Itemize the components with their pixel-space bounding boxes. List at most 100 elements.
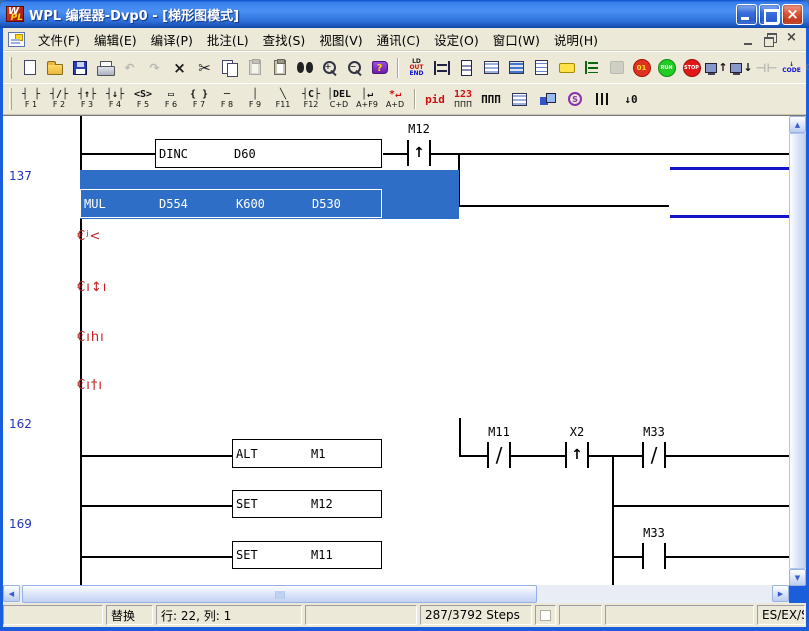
wire <box>666 455 789 457</box>
vertical-scrollbar[interactable]: ▲ ▼ <box>789 115 806 585</box>
scroll-up-icon[interactable]: ▲ <box>789 116 806 133</box>
binary-01-icon[interactable]: 01 <box>629 56 654 80</box>
stop-icon[interactable]: STOP <box>679 56 704 80</box>
cut-icon[interactable]: ✂ <box>192 56 217 80</box>
contact-m33-nc[interactable]: / <box>642 442 666 468</box>
pid-icon[interactable]: pid <box>421 85 449 113</box>
instruction-box-mul[interactable]: MUL D554 K600 D530 <box>80 189 382 218</box>
undo-icon: ↶ <box>117 56 142 80</box>
binary-view-disabled-icon: 0101 <box>804 56 809 80</box>
wire <box>612 505 789 507</box>
ladder-toolbar: ┤ ├F 1┤/├F 2┤↑├F 3┤↓├F 4<S>F 5▭F 6{ }F 7… <box>3 83 806 115</box>
contact-tool-disabled-icon: ⊣⊢ <box>754 56 779 80</box>
instruction-box-dinc[interactable]: DINC D60 <box>155 139 382 168</box>
trace-123-icon[interactable]: 123ΠΠΠ <box>449 85 477 113</box>
contact-rising-icon[interactable]: ┤↑├F 3 <box>73 85 101 113</box>
scroll-down-icon[interactable]: ▼ <box>789 569 806 586</box>
print-icon[interactable] <box>92 56 117 80</box>
contact-m11-nc[interactable]: / <box>487 442 511 468</box>
step-ladder-icon[interactable]: <S>F 5 <box>129 85 157 113</box>
insert-row-icon[interactable]: │↵A+F9 <box>353 85 381 113</box>
contact-falling-icon[interactable]: ┤↓├F 4 <box>101 85 129 113</box>
scroll-right-icon[interactable]: ▶ <box>772 585 789 602</box>
delete-line-icon[interactable]: ╲F11 <box>269 85 297 113</box>
ladder-view[interactable]: 137 162 169 DINC D60 M12 ↑ MUL D554 K600… <box>3 115 789 585</box>
zoom-in-icon[interactable]: + <box>317 56 342 80</box>
contact-open-icon[interactable]: ┤ ├F 1 <box>17 85 45 113</box>
menu-item-help[interactable]: 说明(H) <box>547 27 605 52</box>
copy-icon[interactable] <box>217 56 242 80</box>
contact-m12-rising[interactable]: ↑ <box>407 140 431 166</box>
contact-label-m11: M11 <box>477 425 521 439</box>
menu-item-comment[interactable]: 批注(L) <box>200 27 256 52</box>
paste-insert-icon[interactable] <box>267 56 292 80</box>
menu-item-view[interactable]: 视图(V) <box>312 27 369 52</box>
edit-register-icon[interactable] <box>533 85 561 113</box>
application-instruction-icon[interactable]: { }F 7 <box>185 85 213 113</box>
upload-icon[interactable]: ↑ <box>704 56 729 80</box>
used-device-icon[interactable] <box>529 56 554 80</box>
main-toolbar: ↶↷×✂+−LDOUTEND01RUNSTOP↑↓⊣⊢↓CODE0101 <box>3 51 806 83</box>
blue-wire <box>670 167 789 170</box>
menu-item-window[interactable]: 窗口(W) <box>486 27 547 52</box>
contact-closed-icon[interactable]: ┤/├F 2 <box>45 85 73 113</box>
tag-icon[interactable] <box>554 56 579 80</box>
horizontal-scrollbar-thumb[interactable] <box>22 585 537 603</box>
mdi-close-icon[interactable] <box>784 33 799 46</box>
menu-item-edit[interactable]: 编辑(E) <box>87 27 144 52</box>
run-icon[interactable]: RUN <box>654 56 679 80</box>
blue-wire <box>670 215 789 218</box>
mdi-restore-icon[interactable] <box>763 33 778 46</box>
save-icon[interactable] <box>67 56 92 80</box>
horizontal-line-icon[interactable]: ─F 8 <box>213 85 241 113</box>
contact-m33-no[interactable] <box>642 543 666 569</box>
zero-init-icon[interactable]: ↓0 <box>617 85 645 113</box>
toolbar-separator <box>397 58 399 78</box>
menu-item-search[interactable]: 查找(S) <box>256 27 313 52</box>
help-book-icon[interactable] <box>367 56 392 80</box>
instruction-mode-icon[interactable]: LDOUTEND <box>404 56 429 80</box>
document-icon[interactable] <box>8 32 25 47</box>
instruction-box-alt[interactable]: ALT M1 <box>232 439 382 468</box>
menu-item-communication[interactable]: 通讯(C) <box>370 27 427 52</box>
status-bar: 替换行: 22, 列: 1287/3792 StepsES/EX/SS <box>3 603 806 627</box>
code-convert-icon[interactable]: ↓CODE <box>779 56 804 80</box>
zoom-out-icon[interactable]: − <box>342 56 367 80</box>
waveform-icon[interactable]: ΠΠΠ <box>477 85 505 113</box>
vertical-scrollbar-thumb[interactable] <box>789 133 806 569</box>
maximize-button[interactable] <box>759 4 780 25</box>
toolbar-grip[interactable] <box>9 57 12 79</box>
sfc-mode-icon[interactable] <box>454 56 479 80</box>
delete-row-icon[interactable]: *↵A+D <box>381 85 409 113</box>
vertical-line-icon[interactable]: │F 9 <box>241 85 269 113</box>
instruction-box-set-m11[interactable]: SET M11 <box>232 541 382 569</box>
open-icon[interactable] <box>42 56 67 80</box>
delete-icon[interactable]: × <box>167 56 192 80</box>
close-button[interactable] <box>782 4 803 25</box>
contact-x2-rising[interactable]: ↑ <box>565 442 589 468</box>
wire-vertical <box>612 455 614 585</box>
find-icon[interactable] <box>292 56 317 80</box>
device-table-icon[interactable] <box>504 56 529 80</box>
comment-table-icon[interactable] <box>479 56 504 80</box>
counter-contact-icon[interactable]: ┤C├F12 <box>297 85 325 113</box>
menu-item-file[interactable]: 文件(F) <box>31 27 87 52</box>
menu-item-compile[interactable]: 编译(P) <box>144 27 200 52</box>
download-icon[interactable]: ↓ <box>729 56 754 80</box>
set-device-icon[interactable]: S <box>561 85 589 113</box>
toolbar-grip[interactable] <box>9 88 12 110</box>
monitor-table-icon[interactable] <box>505 85 533 113</box>
horizontal-scrollbar[interactable]: ◀ ▶ <box>3 585 789 603</box>
tree-view-icon[interactable] <box>579 56 604 80</box>
delete-cell-icon[interactable]: │DELC+D <box>325 85 353 113</box>
scroll-left-icon[interactable]: ◀ <box>3 585 20 602</box>
output-coil-icon[interactable]: ▭F 6 <box>157 85 185 113</box>
mdi-minimize-icon[interactable] <box>742 33 757 46</box>
menu-item-options[interactable]: 设定(O) <box>427 27 486 52</box>
compile-disabled-icon <box>604 56 629 80</box>
device-bars-icon[interactable] <box>589 85 617 113</box>
ladder-mode-icon[interactable] <box>429 56 454 80</box>
minimize-button[interactable] <box>736 4 757 25</box>
new-icon[interactable] <box>17 56 42 80</box>
instruction-box-set-m12[interactable]: SET M12 <box>232 490 382 518</box>
